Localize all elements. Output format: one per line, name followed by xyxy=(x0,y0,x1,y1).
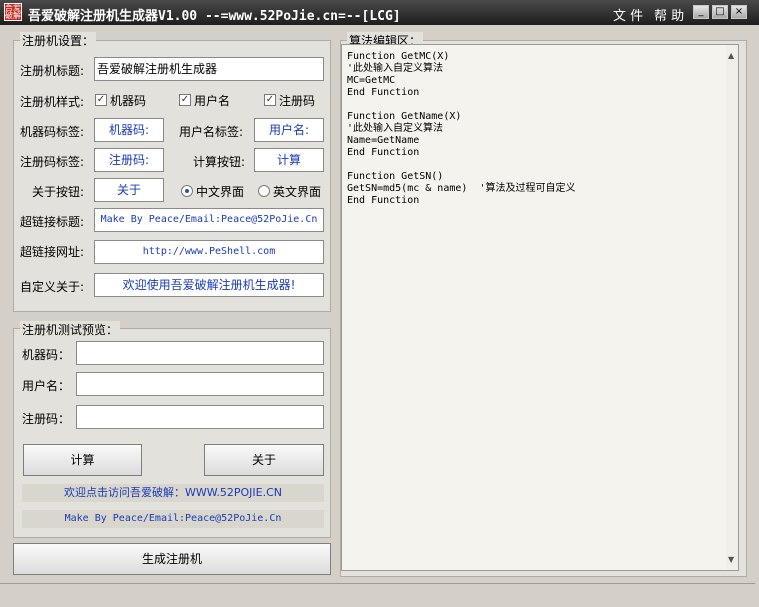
style-label: 注册机样式: xyxy=(20,95,85,109)
scroll-down-icon[interactable]: ▼ xyxy=(728,555,734,564)
preview-calc-button[interactable]: 计算 xyxy=(23,444,142,476)
user-label-input[interactable]: 用户名: xyxy=(254,118,324,142)
code-editor-text[interactable]: Function GetMC(X) '此处输入自定义算法 MC=GetMC En… xyxy=(347,51,575,207)
settings-group-title: 注册机设置： xyxy=(20,32,97,49)
editor-scrollbar[interactable]: ▲ ▼ xyxy=(726,45,738,570)
radio-unselected-icon xyxy=(258,185,270,197)
title-label: 注册机标题: xyxy=(20,64,85,78)
preview-user-label: 用户名： xyxy=(22,379,71,393)
radio-selected-icon xyxy=(181,185,193,197)
machine-label-caption: 机器码标签: xyxy=(20,125,85,139)
link-url-label: 超链接网址: xyxy=(20,245,85,259)
link-title-label: 超链接标题: xyxy=(20,215,85,229)
close-button[interactable]: × xyxy=(731,5,747,19)
minimize-button[interactable]: _ xyxy=(693,5,709,19)
preview-regcode-input[interactable] xyxy=(76,405,324,429)
title-input[interactable]: 吾爱破解注册机生成器 xyxy=(94,57,324,81)
machine-label-input[interactable]: 机器码: xyxy=(94,118,164,142)
calc-button-input[interactable]: 计算 xyxy=(254,148,324,172)
status-bar xyxy=(0,583,755,606)
radio-chinese-ui-label: 中文界面 xyxy=(196,185,245,199)
title-bar: 吾爱破解 吾爱破解注册机生成器V1.00 --=www.52PoJie.cn=-… xyxy=(0,0,759,25)
checkbox-user-label: 用户名 xyxy=(194,94,231,108)
app-window: 吾爱破解 吾爱破解注册机生成器V1.00 --=www.52PoJie.cn=-… xyxy=(0,0,759,607)
radio-english-ui-label: 英文界面 xyxy=(273,185,322,199)
user-label-caption: 用户名标签: xyxy=(179,125,244,139)
preview-site-link[interactable]: 欢迎点击访问吾爱破解：WWW.52POJIE.CN xyxy=(22,484,324,502)
custom-about-input[interactable]: 欢迎使用吾爱破解注册机生成器! xyxy=(94,273,324,297)
calc-button-caption: 计算按钮: xyxy=(193,155,246,169)
preview-machine-input[interactable] xyxy=(76,341,324,365)
check-icon: ✓ xyxy=(264,94,276,106)
preview-group-title: 注册机测试预览： xyxy=(20,321,121,338)
regcode-label-caption: 注册码标签: xyxy=(20,155,85,169)
link-title-input[interactable]: Make By Peace/Email:Peace@52PoJie.Cn xyxy=(94,208,324,232)
preview-regcode-label: 注册码： xyxy=(22,412,71,426)
preview-user-input[interactable] xyxy=(76,372,324,396)
maximize-button[interactable]: □ xyxy=(712,5,728,19)
preview-author-link[interactable]: Make By Peace/Email:Peace@52PoJie.Cn xyxy=(22,510,324,528)
checkbox-machine-label: 机器码 xyxy=(110,94,147,108)
generate-button[interactable]: 生成注册机 xyxy=(13,543,331,575)
check-icon: ✓ xyxy=(95,94,107,106)
app-logo-icon: 吾爱破解 xyxy=(4,3,22,21)
menu-help[interactable]: 帮 助 xyxy=(654,5,684,24)
preview-about-button[interactable]: 关于 xyxy=(204,444,324,476)
link-url-input[interactable]: http://www.PeShell.com xyxy=(94,240,324,264)
scroll-up-icon[interactable]: ▲ xyxy=(728,51,734,60)
about-button-input[interactable]: 关于 xyxy=(94,178,164,202)
checkbox-regcode-label: 注册码 xyxy=(279,94,316,108)
custom-about-label: 自定义关于: xyxy=(20,280,85,294)
about-button-caption: 关于按钮: xyxy=(32,185,85,199)
check-icon: ✓ xyxy=(179,94,191,106)
preview-machine-label: 机器码： xyxy=(22,348,71,362)
code-editor[interactable]: Function GetMC(X) '此处输入自定义算法 MC=GetMC En… xyxy=(341,44,739,571)
window-title: 吾爱破解注册机生成器V1.00 --=www.52PoJie.cn=--[LCG… xyxy=(28,9,401,24)
menu-file[interactable]: 文 件 xyxy=(613,5,643,24)
regcode-label-input[interactable]: 注册码: xyxy=(94,148,164,172)
